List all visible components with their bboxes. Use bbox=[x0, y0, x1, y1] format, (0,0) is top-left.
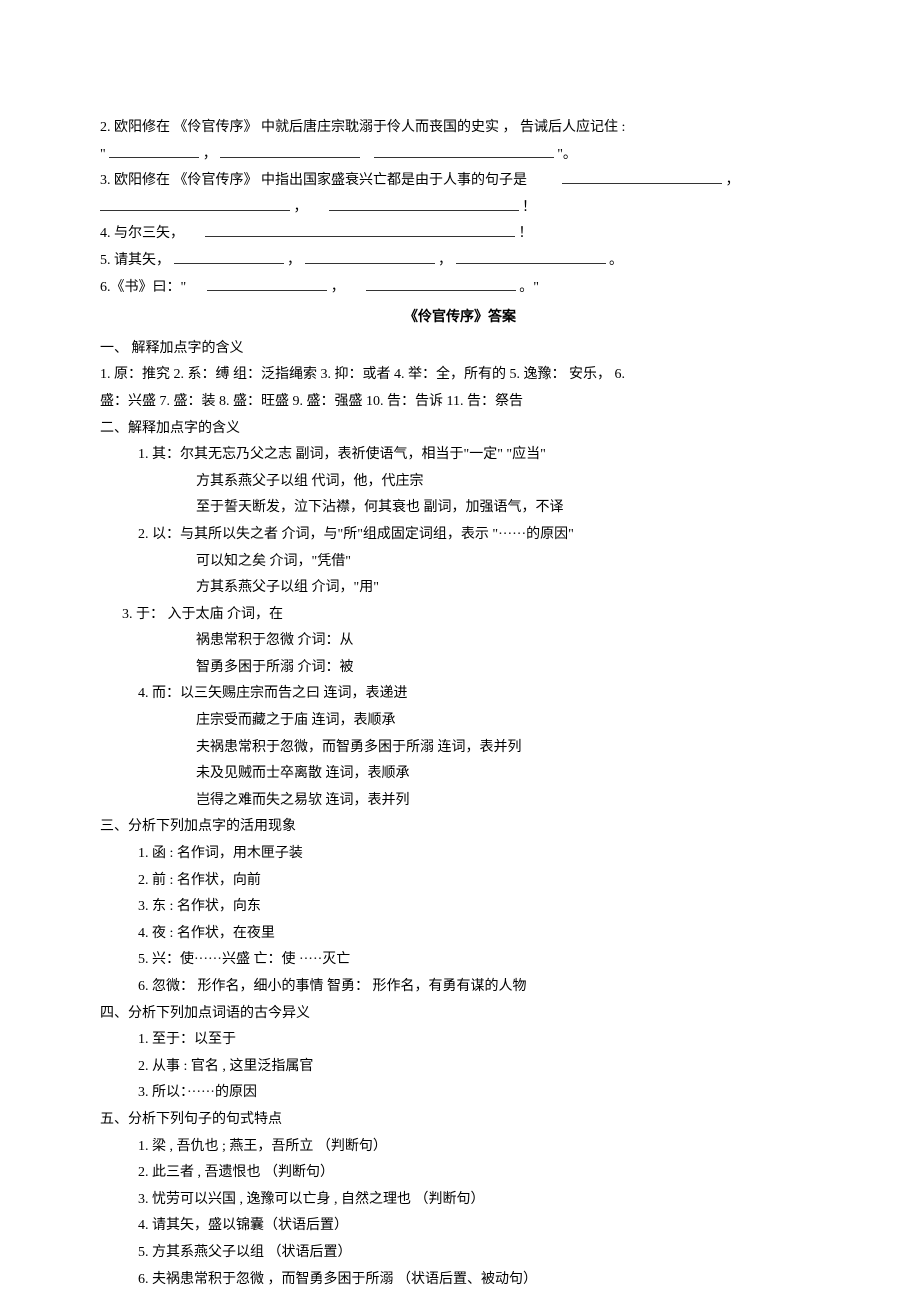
sec5-title: 五、分析下列句子的句式特点 bbox=[100, 1107, 820, 1134]
sec2-title: 二、解释加点字的含义 bbox=[100, 416, 820, 443]
blank bbox=[109, 143, 199, 158]
sec3-title: 三、分析下列加点字的活用现象 bbox=[100, 814, 820, 841]
sec5-5: 5. 方其系燕父子以组 （状语后置） bbox=[100, 1240, 820, 1267]
answers-heading: 《伶官传序》答案 bbox=[100, 305, 820, 332]
sec2-1a: 1. 其：尔其无忘乃父之志 副词，表祈使语气，相当于"一定" "应当" bbox=[100, 442, 820, 469]
question-3-text: 3. 欧阳修在 《伶官传序》 中指出国家盛衰兴亡都是由于人事的句子是 bbox=[100, 173, 527, 188]
sec3-6: 6. 忽微： 形作名，细小的事情 智勇： 形作名，有勇有谋的人物 bbox=[100, 974, 820, 1001]
sec5-3: 3. 忧劳可以兴国 , 逸豫可以亡身 , 自然之理也 （判断句） bbox=[100, 1187, 820, 1214]
sec2-3c: 智勇多困于所溺 介词：被 bbox=[100, 655, 820, 682]
sec2-4c: 夫祸患常积于忽微，而智勇多困于所溺 连词，表并列 bbox=[100, 735, 820, 762]
sec4-1: 1. 至于：以至于 bbox=[100, 1027, 820, 1054]
question-5-text: 5. 请其矢， bbox=[100, 253, 170, 268]
question-3-blanks: ， ！ bbox=[100, 195, 820, 222]
blank bbox=[220, 143, 360, 158]
quote-close: "。 bbox=[557, 147, 577, 162]
sec5-2: 2. 此三者 , 吾遗恨也 （判断句） bbox=[100, 1160, 820, 1187]
blank bbox=[305, 249, 435, 264]
sep: ， bbox=[287, 253, 301, 268]
question-2: 2. 欧阳修在 《伶官传序》 中就后唐庄宗耽溺于伶人而丧国的史实 ， 告诫后人应… bbox=[100, 115, 820, 142]
blank bbox=[205, 222, 515, 237]
question-5: 5. 请其矢， ， ， 。 bbox=[100, 248, 820, 275]
blank bbox=[366, 276, 516, 291]
sep: ， bbox=[294, 200, 308, 215]
sec5-4: 4. 请其矢，盛以锦囊（状语后置） bbox=[100, 1213, 820, 1240]
blank bbox=[174, 249, 284, 264]
question-2-blanks: " ， "。 bbox=[100, 142, 820, 169]
sec5-6: 6. 夫祸患常积于忽微 ，而智勇多困于所溺 （状语后置、被动句） bbox=[100, 1267, 820, 1294]
sep: ， bbox=[438, 253, 452, 268]
sec2-3b: 祸患常积于忽微 介词：从 bbox=[100, 628, 820, 655]
document-page: 2. 欧阳修在 《伶官传序》 中就后唐庄宗耽溺于伶人而丧国的史实 ， 告诫后人应… bbox=[0, 0, 920, 1303]
sec4-2: 2. 从事 : 官名 , 这里泛指属官 bbox=[100, 1054, 820, 1081]
q4-end: ！ bbox=[519, 226, 533, 241]
sec2-4d: 未及见贼而士卒离散 连词，表顺承 bbox=[100, 761, 820, 788]
blank bbox=[329, 196, 519, 211]
blank bbox=[562, 169, 722, 184]
sec2-2a: 2. 以：与其所以失之者 介词，与"所"组成固定词组，表示 "······的原因… bbox=[100, 522, 820, 549]
sec3-5: 5. 兴：使······兴盛 亡：使 ·····灭亡 bbox=[100, 947, 820, 974]
sec2-4a: 4. 而：以三矢赐庄宗而告之曰 连词，表递进 bbox=[100, 681, 820, 708]
question-4-text: 4. 与尔三矢， bbox=[100, 226, 184, 241]
sec1-1: 1. 原：推究 2. 系：缚 组：泛指绳索 3. 抑：或者 4. 举：全，所有的… bbox=[100, 362, 820, 389]
sec2-2c: 方其系燕父子以组 介词，"用" bbox=[100, 575, 820, 602]
sec3-1: 1. 函 : 名作词，用木匣子装 bbox=[100, 841, 820, 868]
blank bbox=[456, 249, 606, 264]
sec4-title: 四、分析下列加点词语的古今异义 bbox=[100, 1001, 820, 1028]
sec1-title: 一、 解释加点字的含义 bbox=[100, 336, 820, 363]
blank bbox=[207, 276, 327, 291]
sec1-2: 盛：兴盛 7. 盛：装 8. 盛：旺盛 9. 盛：强盛 10. 告：告诉 11.… bbox=[100, 389, 820, 416]
quote-open: " bbox=[100, 147, 106, 162]
q5-end: 。 bbox=[609, 253, 623, 268]
sec2-4b: 庄宗受而藏之于庙 连词，表顺承 bbox=[100, 708, 820, 735]
sec2-1b: 方其系燕父子以组 代词，他，代庄宗 bbox=[100, 469, 820, 496]
sec2-3a: 3. 于： 入于太庙 介词，在 bbox=[100, 602, 820, 629]
sep: ， bbox=[726, 173, 740, 188]
sec4-3: 3. 所以：······的原因 bbox=[100, 1080, 820, 1107]
question-6-prefix: 6.《书》曰：" bbox=[100, 280, 186, 295]
sec3-3: 3. 东 : 名作状，向东 bbox=[100, 894, 820, 921]
sec3-4: 4. 夜 : 名作状，在夜里 bbox=[100, 921, 820, 948]
blank bbox=[374, 143, 554, 158]
question-4: 4. 与尔三矢， ！ bbox=[100, 221, 820, 248]
sec2-1c: 至于誓天断发，泣下沾襟，何其衰也 副词，加强语气，不译 bbox=[100, 495, 820, 522]
q3-end: ！ bbox=[522, 200, 536, 215]
question-6: 6.《书》曰：" ， 。" bbox=[100, 275, 820, 302]
sec5-1: 1. 梁 , 吾仇也 ; 燕王，吾所立 （判断句） bbox=[100, 1134, 820, 1161]
sec2-4e: 岂得之难而失之易欤 连词，表并列 bbox=[100, 788, 820, 815]
question-3: 3. 欧阳修在 《伶官传序》 中指出国家盛衰兴亡都是由于人事的句子是 ， bbox=[100, 168, 820, 195]
sep: ， bbox=[203, 147, 217, 162]
blank bbox=[100, 196, 290, 211]
sep: ， bbox=[331, 280, 345, 295]
q6-close: 。" bbox=[519, 280, 539, 295]
sec2-2b: 可以知之矣 介词，"凭借" bbox=[100, 549, 820, 576]
sec3-2: 2. 前 : 名作状，向前 bbox=[100, 868, 820, 895]
